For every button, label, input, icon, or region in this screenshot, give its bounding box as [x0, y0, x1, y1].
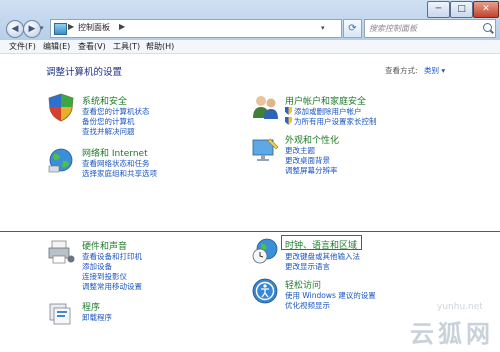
maximize-button[interactable]: □	[450, 1, 473, 18]
menu-view[interactable]: 查看(V)	[78, 40, 106, 53]
address-bar[interactable]: ▶ 控制面板 ▶ ▾	[50, 19, 342, 38]
programs-icon[interactable]	[46, 298, 76, 328]
link-change-display-language[interactable]: 更改显示语言	[285, 261, 330, 272]
link-parental-controls[interactable]: 为所有用户设置家长控制	[285, 116, 377, 127]
system-security-shield-icon[interactable]	[46, 92, 76, 122]
main-content: 调整计算机的设置 查看方式: 类别 ▾ 系统和安全 查看您的计算机状态 备份您的…	[0, 54, 500, 352]
search-icon[interactable]	[483, 23, 492, 32]
menu-help[interactable]: 帮助(H)	[146, 40, 174, 53]
page-title: 调整计算机的设置	[46, 67, 123, 78]
close-button[interactable]: ✕	[473, 1, 499, 18]
title-bar: ─ □ ✕ ◀ ▶ ▾ ▶ 控制面板 ▶ ▾ ⟳ 搜索控制面板	[0, 0, 500, 40]
refresh-button[interactable]: ⟳	[343, 19, 362, 38]
control-panel-icon	[54, 23, 67, 35]
ease-of-access-icon[interactable]	[250, 276, 280, 306]
annotation-line	[0, 231, 500, 232]
back-button[interactable]: ◀	[6, 20, 24, 38]
menu-tools[interactable]: 工具(T)	[113, 40, 140, 53]
search-placeholder: 搜索控制面板	[369, 24, 417, 33]
recent-pages-dropdown[interactable]: ▾	[40, 24, 44, 32]
view-by-dropdown[interactable]: 类别 ▾	[424, 65, 445, 76]
category-clock-language-region[interactable]: 时钟、语言和区域	[285, 238, 357, 251]
menu-bar: 文件(F) 编辑(E) 查看(V) 工具(T) 帮助(H)	[0, 40, 500, 54]
uac-shield-icon	[285, 117, 292, 125]
hardware-printer-icon[interactable]	[46, 237, 76, 267]
link-homegroup-sharing[interactable]: 选择家庭组和共享选项	[82, 168, 157, 179]
link-mobility-settings[interactable]: 调整常用移动设置	[82, 281, 142, 292]
link-find-fix-problems[interactable]: 查找并解决问题	[82, 126, 135, 137]
control-panel-window: ─ □ ✕ ◀ ▶ ▾ ▶ 控制面板 ▶ ▾ ⟳ 搜索控制面板 文件(F) 编辑…	[0, 0, 500, 352]
link-optimize-visual-display[interactable]: 优化视频显示	[285, 300, 330, 311]
view-by-label: 查看方式:	[385, 66, 418, 75]
uac-shield-icon	[285, 107, 292, 115]
user-accounts-icon[interactable]	[250, 92, 280, 122]
breadcrumb-control-panel[interactable]: 控制面板	[78, 22, 110, 33]
watermark-site: yunhu.net	[437, 302, 483, 312]
menu-edit[interactable]: 编辑(E)	[43, 40, 70, 53]
forward-button[interactable]: ▶	[23, 20, 41, 38]
link-adjust-resolution[interactable]: 调整屏幕分辨率	[285, 165, 338, 176]
watermark-name: 云狐网	[410, 320, 494, 348]
breadcrumb-separator-icon[interactable]: ▶	[119, 22, 125, 31]
address-dropdown-icon[interactable]: ▾	[321, 20, 330, 37]
clock-globe-icon[interactable]	[250, 236, 280, 266]
link-uninstall-program[interactable]: 卸载程序	[82, 312, 112, 323]
breadcrumb-separator-icon[interactable]: ▶	[68, 22, 74, 31]
link-label: 添加或删除用户帐户	[294, 107, 362, 116]
search-input[interactable]: 搜索控制面板	[364, 19, 496, 38]
link-label: 为所有用户设置家长控制	[294, 117, 377, 126]
appearance-monitor-icon[interactable]	[250, 135, 280, 165]
minimize-button[interactable]: ─	[427, 1, 450, 18]
network-globe-icon[interactable]	[46, 145, 76, 175]
menu-file[interactable]: 文件(F)	[9, 40, 36, 53]
